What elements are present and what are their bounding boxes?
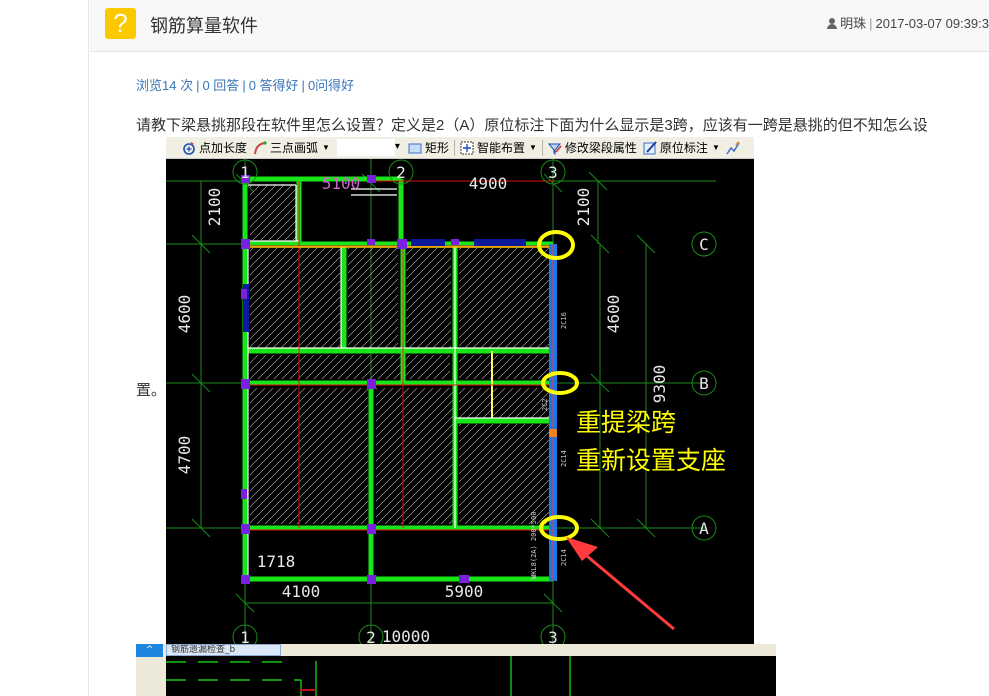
question-stats: 浏览14 次 | 0 回答 | 0 答得好 | 0问得好: [136, 75, 354, 94]
cad-toolbar: 点加长度 三点画弧 ▼ 矩形 智能布置 ▼ 修改梁段属性 原位标注 ▼: [166, 137, 754, 159]
axis-label-a: A: [699, 519, 709, 538]
beam-label: 2C14: [560, 549, 568, 566]
toolbar-label: 智能布置: [476, 141, 525, 155]
axis-label-3-bottom: 3: [548, 628, 558, 644]
user-icon: [827, 18, 838, 29]
toolbar-button-in-situ-annotation[interactable]: 原位标注 ▼: [640, 138, 723, 158]
axis-label-b: B: [699, 374, 709, 393]
good-questions-count[interactable]: 0问得好: [308, 78, 354, 93]
toolbar-button-smart-layout[interactable]: 智能布置 ▼: [457, 138, 540, 158]
left-gutter: [0, 0, 89, 696]
answers-count[interactable]: 0 回答: [202, 78, 239, 93]
toolbar-button-point-add-length[interactable]: 点加长度: [166, 138, 250, 158]
beam-annotation: WKL8(2A) 200*500: [530, 512, 538, 579]
post-meta: 明珠 | 2017-03-07 09:39:3: [827, 13, 989, 32]
stats-separator: |: [301, 78, 305, 93]
category-title[interactable]: 钢筋算量软件: [150, 12, 258, 38]
toolbar-label: 点加长度: [199, 141, 248, 155]
dim-top-4900: 4900: [469, 174, 508, 193]
three-point-arc-icon: [254, 140, 267, 154]
edit-tool-icon: [726, 140, 740, 154]
stats-separator: |: [196, 78, 200, 93]
beam-label: 2C2: [541, 398, 549, 411]
in-situ-annotation-icon: [643, 140, 657, 154]
toolbar-button-three-point-arc[interactable]: 三点画弧 ▼: [250, 138, 333, 158]
dashed-lines: [166, 656, 571, 696]
dim-left-4600: 4600: [175, 295, 194, 334]
embedded-cad-screenshot-2: ^ 钢筋遗漏检查_b: [136, 644, 776, 696]
axis-label-2: 2: [396, 163, 406, 182]
point-add-length-icon: [183, 141, 195, 155]
stats-separator: |: [242, 78, 246, 93]
axis-label-3: 3: [548, 163, 558, 182]
embedded-cad-screenshot: 点加长度 三点画弧 ▼ 矩形 智能布置 ▼ 修改梁段属性 原位标注 ▼: [166, 137, 754, 644]
smart-layout-icon: [460, 141, 474, 154]
rectangle-icon: [408, 143, 422, 153]
dim-right-4600: 4600: [604, 295, 623, 334]
toolbar-button-more[interactable]: [723, 138, 746, 158]
dim-left-2100: 2100: [205, 188, 224, 227]
dropdown-arrow-icon[interactable]: ▼: [712, 143, 720, 152]
dim-bottom-4100: 4100: [282, 582, 321, 601]
toolbar-select[interactable]: [336, 139, 400, 156]
dim-right-2100: 2100: [574, 188, 593, 227]
dropdown-arrow-icon[interactable]: ▼: [529, 143, 537, 152]
axis-label-c: C: [699, 235, 709, 254]
toolbar-label: 矩形: [424, 141, 449, 155]
question-text-continued: 置。: [136, 382, 167, 399]
views-count: 浏览14 次: [136, 78, 194, 93]
toolbar-button-modify-beam-properties[interactable]: 修改梁段属性: [545, 138, 640, 158]
toolbar-separator: [541, 139, 543, 156]
question-text: 请教下梁悬挑那段在软件里怎么设置？定义是2（A）原位标注下面为什么显示是3跨，应…: [136, 117, 928, 134]
axis-label-2-bottom: 2: [366, 628, 376, 644]
cad-drawing-canvas[interactable]: 1 2 3 C B A 1 2 3 5100 4900 4100 5900 10…: [166, 159, 754, 644]
dropdown-arrow-icon[interactable]: ▼: [322, 143, 330, 152]
good-answers-count[interactable]: 0 答得好: [249, 78, 299, 93]
dim-right-9300: 9300: [650, 365, 669, 404]
author-name[interactable]: 明珠: [840, 16, 866, 31]
annotation-line-1: 重提梁跨: [576, 409, 676, 437]
toolbar-label: 修改梁段属性: [564, 141, 637, 155]
dim-1718: 1718: [257, 552, 296, 571]
meta-separator: |: [869, 16, 873, 31]
question-mark-icon: ?: [105, 8, 136, 39]
cad-drawing-canvas-2: [166, 656, 776, 696]
post-timestamp: 2017-03-07 09:39:3: [875, 16, 989, 31]
collapse-button[interactable]: ^: [136, 644, 163, 657]
question-header: ? 钢筋算量软件 明珠 | 2017-03-07 09:39:3: [90, 0, 989, 52]
dim-bottom-10000: 10000: [382, 627, 430, 644]
red-mark: [300, 689, 316, 691]
axis-label-1-bottom: 1: [240, 628, 250, 644]
beam-label: 2C14: [560, 450, 568, 467]
toolbar-button-rectangle[interactable]: 矩形: [405, 138, 452, 158]
dim-bottom-5900: 5900: [445, 582, 484, 601]
beam-label: 2C16: [560, 312, 568, 329]
column-marker: [549, 429, 557, 437]
axis-label-1: 1: [240, 163, 250, 182]
red-arrow-icon: [566, 537, 675, 631]
toolbar-label: 原位标注: [659, 141, 708, 155]
toolbar-separator: [453, 139, 455, 156]
dim-left-4700: 4700: [175, 436, 194, 475]
drawing-tab[interactable]: 钢筋遗漏检查_b: [166, 644, 281, 656]
dim-top-5100: 5100: [322, 174, 361, 193]
annotation-line-2: 重新设置支座: [576, 447, 726, 475]
toolbar-label: 三点画弧: [270, 141, 319, 155]
modify-beam-properties-icon: [547, 143, 562, 155]
